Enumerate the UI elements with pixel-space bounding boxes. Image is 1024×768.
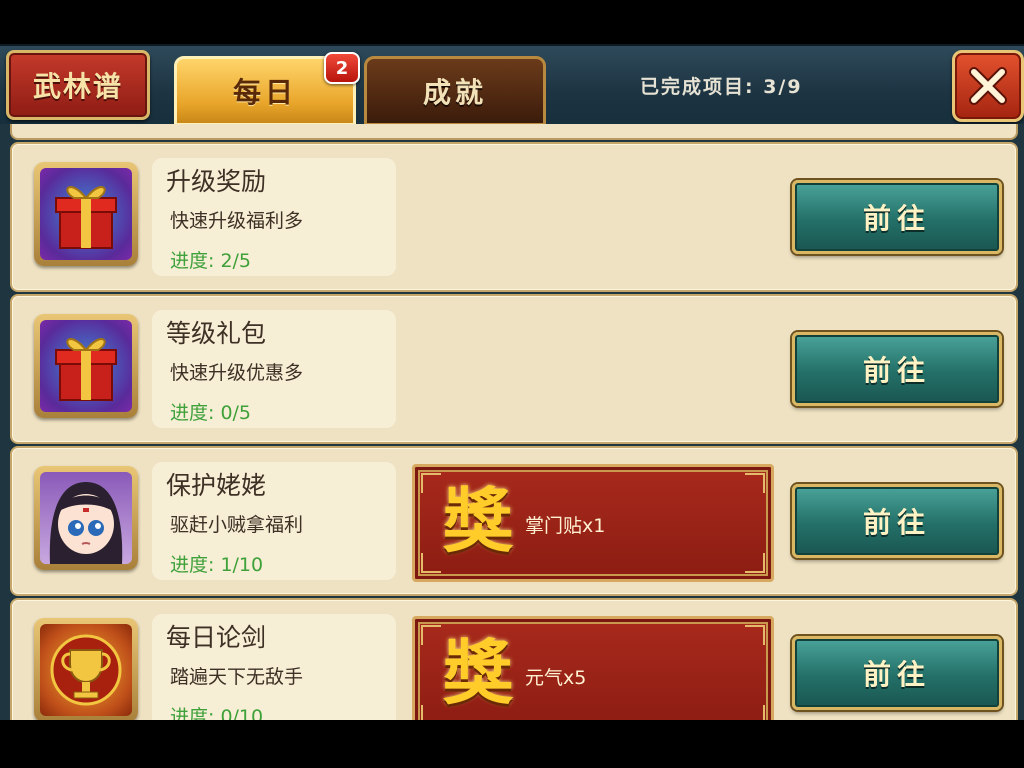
go-button[interactable]: 前往 — [792, 332, 1002, 406]
bottom-edge — [0, 720, 1024, 768]
task-description: 快速升级优惠多 — [170, 362, 304, 384]
task-title: 升级奖励 — [166, 167, 267, 196]
girl-portrait-icon — [40, 472, 132, 564]
corner-ornament — [745, 473, 765, 493]
gift-box-icon — [40, 320, 132, 412]
corner-ornament — [421, 625, 441, 645]
task-title: 每日论剑 — [166, 623, 267, 652]
corner-ornament — [745, 625, 765, 645]
task-title: 保护姥姥 — [166, 471, 267, 500]
reward-text: 掌门贴x1 — [525, 515, 606, 537]
task-icon-frame — [34, 466, 138, 570]
task-description: 驱赶小贼拿福利 — [170, 514, 304, 536]
reward-glyph: 獎 — [443, 631, 513, 714]
list-top-edge — [10, 124, 1018, 140]
tab-achievements[interactable]: 成就 — [364, 56, 546, 126]
task-icon-frame — [34, 314, 138, 418]
task-row: 等级礼包 快速升级优惠多 进度: 0/5 前往 — [10, 294, 1018, 444]
trophy-icon — [40, 624, 132, 716]
close-icon — [969, 67, 1007, 105]
task-progress: 进度: 1/10 — [170, 554, 264, 576]
go-button[interactable]: 前往 — [792, 484, 1002, 558]
task-title: 等级礼包 — [166, 319, 267, 348]
corner-ornament — [745, 553, 765, 573]
title-plaque: 武林谱 — [6, 50, 150, 120]
reward-panel: 獎 掌门贴x1 — [412, 464, 774, 582]
close-button[interactable] — [952, 50, 1024, 122]
task-row: 每日论剑 踏遍天下无敌手 进度: 0/10 獎 元气x5 前往 — [10, 598, 1018, 720]
task-description: 踏遍天下无敌手 — [170, 666, 304, 688]
task-row: 升级奖励 快速升级福利多 进度: 2/5 前往 — [10, 142, 1018, 292]
corner-ornament — [745, 705, 765, 720]
task-progress: 进度: 2/5 — [170, 250, 252, 272]
corner-ornament — [421, 553, 441, 573]
task-list[interactable]: 升级奖励 快速升级福利多 进度: 2/5 前往 等级礼包 快速升级优惠多 进度:… — [0, 124, 1024, 720]
task-row: 保护姥姥 驱赶小贼拿福利 进度: 1/10 獎 掌门贴x1 前往 — [10, 446, 1018, 596]
completed-count: 已完成项目: 3/9 — [640, 76, 803, 98]
task-icon-frame — [34, 162, 138, 266]
reward-panel: 獎 元气x5 — [412, 616, 774, 720]
task-info: 每日论剑 踏遍天下无敌手 进度: 0/10 — [152, 614, 396, 720]
go-button[interactable]: 前往 — [792, 180, 1002, 254]
task-info: 保护姥姥 驱赶小贼拿福利 进度: 1/10 — [152, 462, 396, 580]
task-info: 等级礼包 快速升级优惠多 进度: 0/5 — [152, 310, 396, 428]
gift-box-icon — [40, 168, 132, 260]
task-info: 升级奖励 快速升级福利多 进度: 2/5 — [152, 158, 396, 276]
corner-ornament — [421, 473, 441, 493]
reward-text: 元气x5 — [525, 667, 587, 689]
go-button[interactable]: 前往 — [792, 636, 1002, 710]
task-description: 快速升级福利多 — [170, 210, 304, 232]
notification-badge: 2 — [324, 52, 360, 84]
task-progress: 进度: 0/10 — [170, 706, 264, 720]
task-progress: 进度: 0/5 — [170, 402, 252, 424]
reward-glyph: 獎 — [443, 479, 513, 562]
corner-ornament — [421, 705, 441, 720]
task-icon-frame — [34, 618, 138, 720]
